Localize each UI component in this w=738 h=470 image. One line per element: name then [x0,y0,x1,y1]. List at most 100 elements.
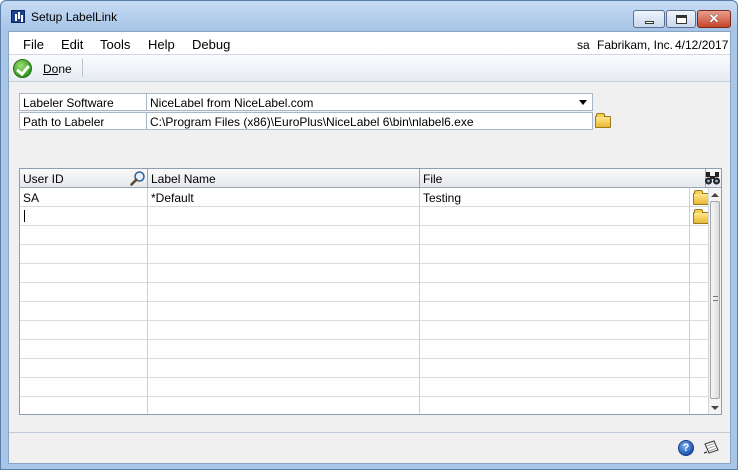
binoculars-icon[interactable] [704,170,721,186]
cell-label-name[interactable] [148,207,420,226]
text-caret [24,210,25,222]
cell-label-name[interactable] [148,321,420,340]
cell-label-name[interactable] [148,226,420,245]
magnifier-icon[interactable] [130,170,146,186]
scroll-down-icon[interactable] [711,406,719,410]
client-area: File Edit Tools Help Debug sa Fabrikam, … [8,31,731,464]
close-button[interactable]: ✕ [697,10,731,28]
folder-icon[interactable] [693,190,709,205]
labeler-software-select[interactable]: NiceLabel from NiceLabel.com [146,93,593,111]
cell-file[interactable] [420,302,690,321]
grip-icon [713,296,718,301]
check-circle-icon[interactable] [13,59,32,78]
cell-user-id[interactable] [20,226,148,245]
path-to-labeler-label: Path to Labeler [19,112,146,130]
done-button[interactable]: Done [43,62,72,76]
column-header-user-id-text: User ID [23,172,64,186]
cell-label-name[interactable] [148,264,420,283]
table-row[interactable] [20,283,708,302]
cell-user-id[interactable] [20,207,148,226]
user-label-grid: User ID Label Name File SA *Default Test… [19,168,722,415]
status-user: sa [577,38,590,52]
cell-file[interactable] [420,226,690,245]
table-row[interactable] [20,321,708,340]
table-row[interactable] [20,302,708,321]
scrollbar-thumb[interactable] [710,201,720,399]
cell-label-name[interactable] [148,397,420,414]
table-row[interactable] [20,207,709,226]
cell-user-id[interactable] [20,378,148,397]
note-icon[interactable] [703,440,720,455]
menu-bar: File Edit Tools Help Debug sa Fabrikam, … [9,32,730,55]
status-date: 4/12/2017 [675,38,729,52]
cell-user-id[interactable] [20,359,148,378]
cell-user-id[interactable]: SA [20,188,148,207]
table-row[interactable]: SA *Default Testing [20,188,709,207]
table-row[interactable] [20,397,708,414]
cell-file[interactable] [420,378,690,397]
table-row[interactable] [20,359,708,378]
cell-file[interactable] [420,340,690,359]
column-header-file-text: File [423,172,443,186]
menu-edit[interactable]: Edit [61,37,83,52]
toolbar-separator [82,59,83,77]
cell-file[interactable] [420,245,690,264]
labeler-software-value: NiceLabel from NiceLabel.com [150,96,314,110]
cell-label-name[interactable] [148,245,420,264]
cell-user-id[interactable] [20,245,148,264]
folder-icon[interactable] [693,209,709,224]
table-row[interactable] [20,245,708,264]
cell-user-id[interactable] [20,283,148,302]
cell-file[interactable] [420,321,690,340]
menu-debug[interactable]: Debug [192,37,230,52]
path-to-labeler-value: C:\Program Files (x86)\EuroPlus\NiceLabe… [150,115,474,129]
cell-user-id[interactable] [20,397,148,414]
cell-user-id[interactable] [20,321,148,340]
cell-file[interactable] [420,264,690,283]
minimize-icon [645,21,654,24]
toolbar: Done [9,55,730,82]
cell-label-name[interactable]: *Default [148,188,420,207]
minimize-button[interactable] [633,10,665,28]
grid-header: User ID Label Name File [20,169,721,188]
cell-user-id[interactable] [20,302,148,321]
cell-label-name[interactable] [148,302,420,321]
window-title: Setup LabelLink [31,10,118,24]
cell-file[interactable] [420,397,690,414]
close-icon: ✕ [708,11,720,26]
cell-user-id[interactable] [20,340,148,359]
cell-label-name[interactable] [148,359,420,378]
menu-help[interactable]: Help [148,37,175,52]
done-label-rest: ne [58,62,72,76]
menu-file[interactable]: File [23,37,44,52]
bottom-divider [9,432,730,433]
cell-user-id[interactable] [20,264,148,283]
table-row[interactable] [20,340,708,359]
column-header-user-id[interactable]: User ID [20,169,148,188]
labeler-software-label: Labeler Software [19,93,146,111]
maximize-button[interactable] [666,10,696,28]
vertical-scrollbar[interactable] [708,188,721,414]
cell-file[interactable] [420,359,690,378]
cell-label-name[interactable] [148,283,420,302]
cell-file[interactable] [420,207,690,226]
cell-label-name[interactable] [148,378,420,397]
table-row[interactable] [20,378,708,397]
chevron-down-icon[interactable] [579,100,587,105]
column-header-label-name[interactable]: Label Name [148,169,420,188]
cell-file[interactable] [420,283,690,302]
cell-label-name[interactable] [148,340,420,359]
help-icon[interactable]: ? [678,440,694,456]
table-row[interactable] [20,264,708,283]
column-header-file[interactable]: File [420,169,706,188]
scroll-up-icon[interactable] [711,193,719,197]
folder-icon[interactable] [595,113,611,128]
status-company: Fabrikam, Inc. [597,38,674,52]
table-row[interactable] [20,226,708,245]
title-bar[interactable]: Setup LabelLink ✕ [1,1,737,31]
setup-labellink-window: Setup LabelLink ✕ File Edit Tools Help D… [0,0,738,470]
path-to-labeler-input[interactable]: C:\Program Files (x86)\EuroPlus\NiceLabe… [146,112,593,130]
column-header-label-name-text: Label Name [151,172,216,186]
menu-tools[interactable]: Tools [100,37,130,52]
cell-file[interactable]: Testing [420,188,690,207]
